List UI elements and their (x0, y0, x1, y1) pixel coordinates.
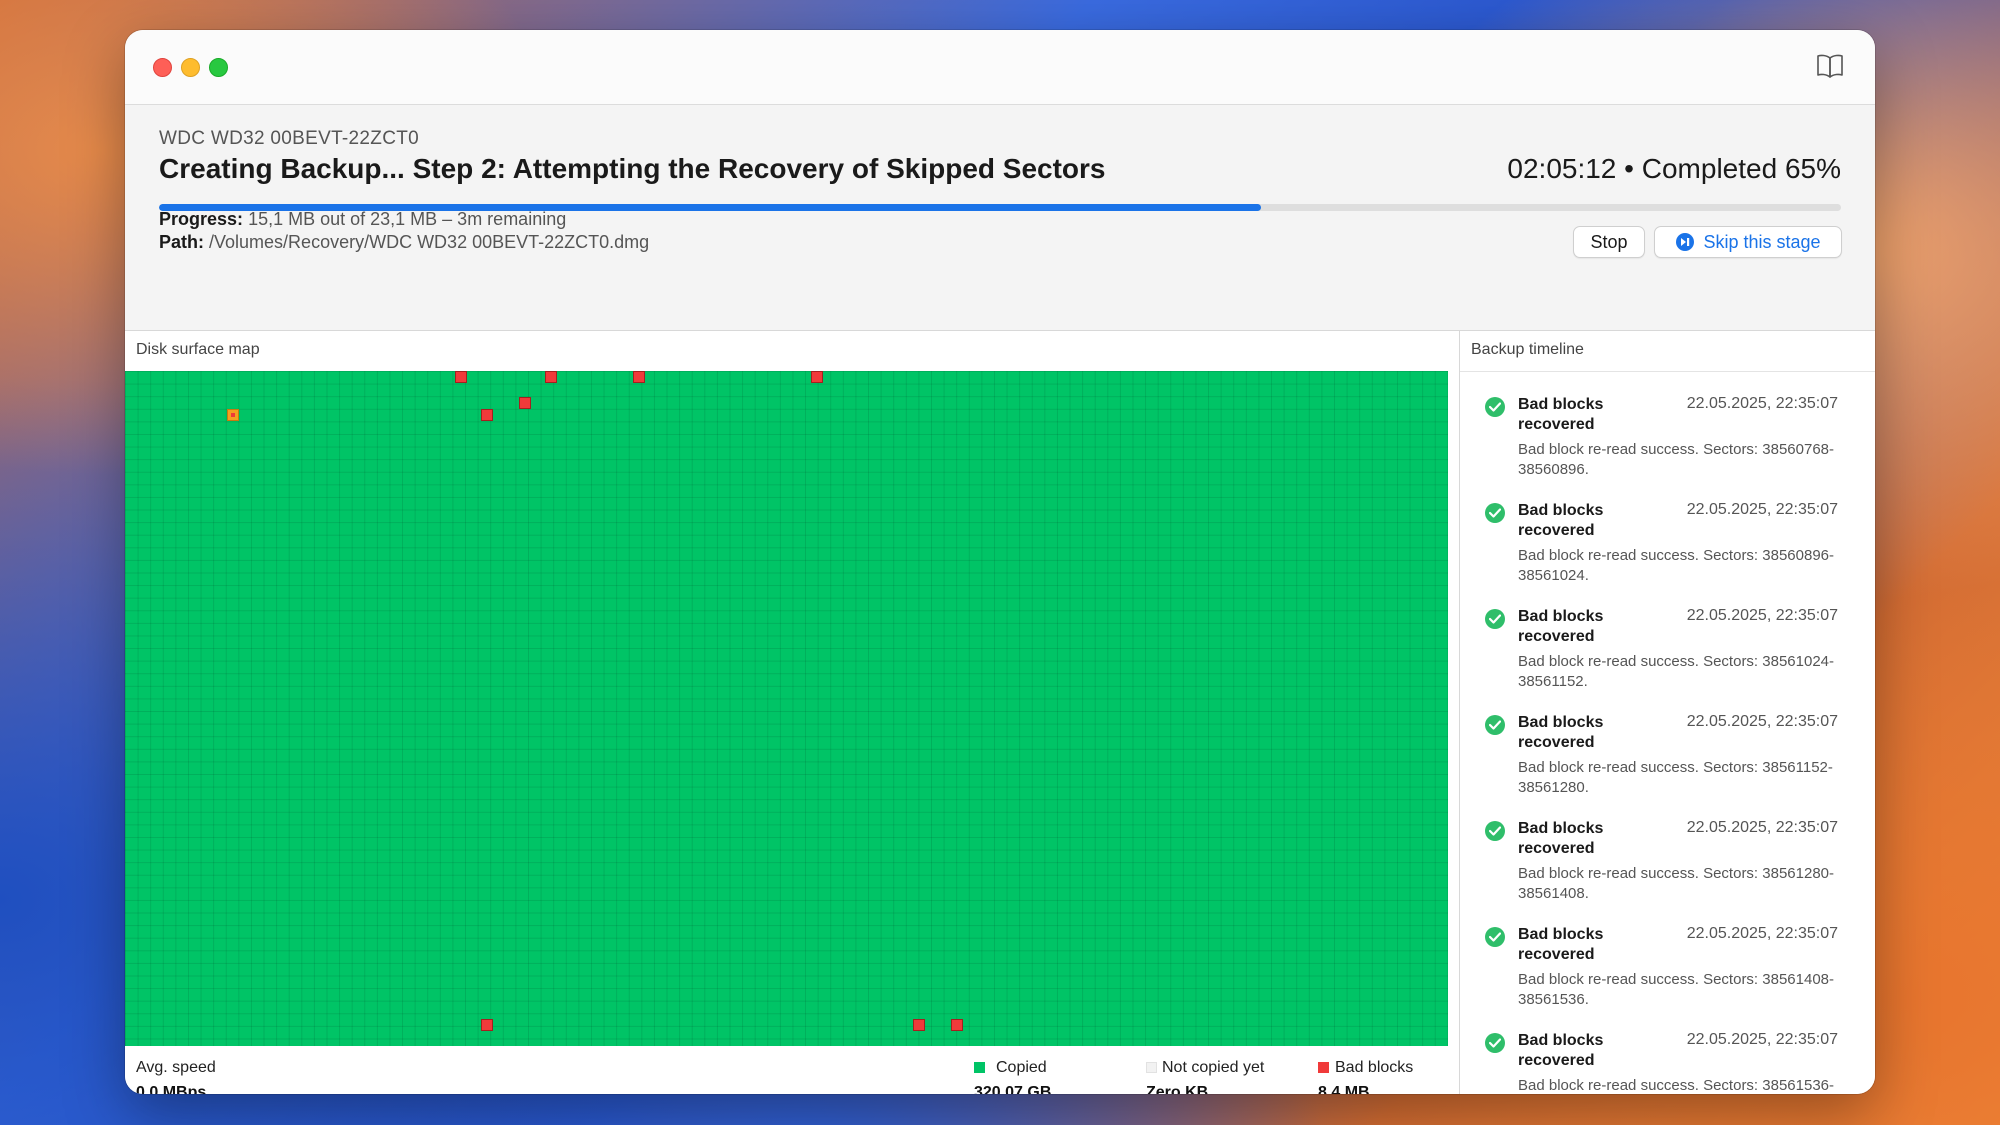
bad-blocks-value: 8,4 MB (1318, 1084, 1370, 1094)
timeline-item-title: Bad blocks recovered (1518, 396, 1604, 433)
timeline-item-time: 22.05.2025, 22:35:07 (1686, 819, 1838, 836)
status-separator: • (1624, 153, 1634, 184)
not-copied-swatch (1146, 1062, 1157, 1073)
avg-speed-value: 0.0 MBps (136, 1084, 207, 1094)
timeline-item-title: Bad blocks recovered (1518, 1032, 1604, 1069)
check-icon (1485, 927, 1505, 947)
elapsed-time: 02:05:12 (1507, 153, 1617, 184)
not-copied-label: Not copied yet (1162, 1059, 1265, 1076)
backup-timeline-panel: Backup timeline Bad blocks recovered 22.… (1460, 331, 1875, 1094)
copied-swatch (974, 1062, 985, 1073)
skip-stage-button[interactable]: Skip this stage (1654, 226, 1842, 258)
disk-surface-map (125, 371, 1448, 1046)
page-title: Creating Backup... Step 2: Attempting th… (159, 153, 1106, 184)
bad-block (455, 371, 467, 383)
backup-header: WDC WD32 00BEVT-22ZCT0 Creating Backup..… (125, 105, 1875, 331)
disk-map-legend: Avg. speed 0.0 MBps Copied 320,07 GB Not… (125, 1046, 1459, 1094)
app-window: WDC WD32 00BEVT-22ZCT0 Creating Backup..… (125, 30, 1875, 1094)
book-icon[interactable] (1815, 52, 1845, 80)
close-button[interactable] (153, 58, 172, 77)
disk-surface-panel: Disk surface map Avg. speed 0.0 MBps Cop… (125, 331, 1460, 1094)
timeline-item-time: 22.05.2025, 22:35:07 (1686, 395, 1838, 412)
timeline-item-desc: Bad block re-read success. Sectors: 3856… (1518, 441, 1835, 478)
path-value: /Volumes/Recovery/WDC WD32 00BEVT-22ZCT0… (209, 232, 650, 252)
bad-block (481, 409, 493, 421)
timeline-item-desc: Bad block re-read success. Sectors: 3856… (1518, 865, 1835, 902)
timeline-item: Bad blocks recovered 22.05.2025, 22:35:0… (1460, 690, 1875, 796)
avg-speed-label: Avg. speed (136, 1059, 216, 1076)
bad-block (545, 371, 557, 383)
timeline-item-title: Bad blocks recovered (1518, 926, 1604, 963)
backup-status: 02:05:12 • Completed 65% (1507, 153, 1841, 185)
timeline-item-time: 22.05.2025, 22:35:07 (1686, 501, 1838, 518)
timeline-item: Bad blocks recovered 22.05.2025, 22:35:0… (1460, 902, 1875, 1008)
progress-value: 15,1 MB out of 23,1 MB – 3m remaining (248, 209, 567, 229)
timeline-item-title: Bad blocks recovered (1518, 608, 1604, 645)
path-label: Path: (159, 232, 204, 252)
copied-label: Copied (996, 1059, 1047, 1076)
timeline-item-title: Bad blocks recovered (1518, 714, 1604, 751)
timeline-item-time: 22.05.2025, 22:35:07 (1686, 1031, 1838, 1048)
check-icon (1485, 397, 1505, 417)
bad-block (913, 1019, 925, 1031)
timeline-item: Bad blocks recovered 22.05.2025, 22:35:0… (1460, 1008, 1875, 1094)
stop-button-label: Stop (1590, 231, 1628, 252)
check-icon (1485, 821, 1505, 841)
bad-block (811, 371, 823, 383)
progress-label: Progress: (159, 209, 244, 229)
bad-blocks-swatch (1318, 1062, 1329, 1073)
timeline-item-title: Bad blocks recovered (1518, 820, 1604, 857)
not-copied-value: Zero KB (1146, 1084, 1209, 1094)
timeline-item-desc: Bad block re-read success. Sectors: 3856… (1518, 653, 1835, 690)
check-icon (1485, 715, 1505, 735)
skip-icon (1676, 233, 1695, 251)
disk-map-title: Disk surface map (136, 341, 260, 358)
timeline-item: Bad blocks recovered 22.05.2025, 22:35:0… (1460, 584, 1875, 690)
completed-text: Completed 65% (1641, 153, 1841, 184)
timeline-item-time: 22.05.2025, 22:35:07 (1686, 713, 1838, 730)
bad-blocks-label: Bad blocks (1335, 1059, 1414, 1076)
timeline-item-time: 22.05.2025, 22:35:07 (1686, 607, 1838, 624)
progress-info: Progress: 15,1 MB out of 23,1 MB – 3m re… (159, 209, 566, 230)
pending-block (227, 409, 239, 421)
bad-block (951, 1019, 963, 1031)
timeline-item-time: 22.05.2025, 22:35:07 (1686, 925, 1838, 942)
timeline-item-desc: Bad block re-read success. Sectors: 3856… (1518, 547, 1835, 584)
stop-button[interactable]: Stop (1573, 226, 1645, 258)
minimize-button[interactable] (181, 58, 200, 77)
timeline-title: Backup timeline (1471, 341, 1584, 358)
timeline-item-desc: Bad block re-read success. Sectors: 3856… (1518, 971, 1835, 1008)
bad-block (633, 371, 645, 383)
path-info: Path: /Volumes/Recovery/WDC WD32 00BEVT-… (159, 232, 649, 253)
skip-button-label: Skip this stage (1703, 231, 1821, 252)
copied-value: 320,07 GB (974, 1084, 1052, 1094)
timeline-item-title: Bad blocks recovered (1518, 502, 1604, 539)
timeline-item: Bad blocks recovered 22.05.2025, 22:35:0… (1460, 478, 1875, 584)
timeline-list[interactable]: Bad blocks recovered 22.05.2025, 22:35:0… (1460, 371, 1875, 1094)
bad-block (481, 1019, 493, 1031)
timeline-item-desc: Bad block re-read success. Sectors: 3856… (1518, 759, 1833, 796)
check-icon (1485, 609, 1505, 629)
timeline-item-desc: Bad block re-read success. Sectors: 3856… (1518, 1077, 1835, 1094)
title-bar (125, 30, 1875, 105)
timeline-item: Bad blocks recovered 22.05.2025, 22:35:0… (1460, 372, 1875, 478)
device-name: WDC WD32 00BEVT-22ZCT0 (159, 128, 419, 149)
check-icon (1485, 503, 1505, 523)
timeline-item: Bad blocks recovered 22.05.2025, 22:35:0… (1460, 796, 1875, 902)
zoom-button[interactable] (209, 58, 228, 77)
bad-block (519, 397, 531, 409)
check-icon (1485, 1033, 1505, 1053)
